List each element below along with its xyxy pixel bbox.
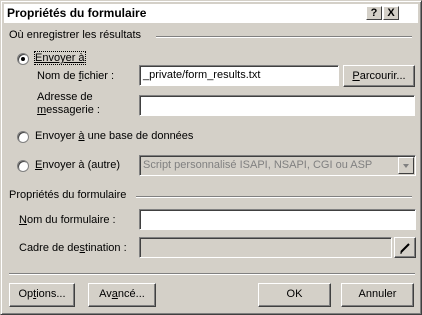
cancel-button[interactable]: Annuler [341,283,414,307]
edit-target-button[interactable] [394,237,416,258]
send-to-label: Envoyer à [34,51,86,65]
send-to-other-radio[interactable] [17,160,29,172]
footer-divider [9,273,415,275]
send-to-other-label: Envoyer à (autre) [35,159,120,171]
advanced-button[interactable]: Avancé... [88,283,156,307]
options-button[interactable]: Options... [9,283,75,307]
send-to-other-select[interactable]: Script personnalisé ISAPI, NSAPI, CGI ou… [139,155,416,176]
pencil-icon [400,243,410,254]
form-name-label: Nom du formulaire : [19,214,116,226]
ok-button[interactable]: OK [258,283,331,307]
file-name-input[interactable]: _private/form_results.txt [139,65,339,86]
send-to-other-select-value: Script personnalisé ISAPI, NSAPI, CGI ou… [143,159,373,171]
target-frame-input [139,237,392,258]
close-button[interactable]: X [383,6,399,20]
section-divider [136,196,412,198]
form-properties-heading: Propriétés du formulaire [9,189,127,201]
send-to-database-radio[interactable] [17,131,29,143]
file-name-label: Nom de fichier : [37,70,115,82]
email-label-line2: messagerie : [37,104,100,116]
chevron-down-icon[interactable] [398,157,414,174]
save-section-heading: Où enregistrer les résultats [9,29,142,41]
email-input[interactable] [139,95,415,116]
form-properties-dialog: Propriétés du formulaire ? X Où enregist… [0,0,422,315]
section-divider [156,36,412,38]
send-to-radio[interactable] [17,53,29,65]
email-label-line1: Adresse de [37,91,93,103]
target-frame-label: Cadre de destination : [19,242,127,254]
send-to-database-label: Envoyer à une base de données [35,130,194,142]
form-name-input[interactable] [139,209,416,230]
browse-button[interactable]: Parcourir... [343,65,415,87]
window-title: Propriétés du formulaire [7,6,147,20]
help-button[interactable]: ? [366,6,382,20]
title-bar: Propriétés du formulaire ? X [4,4,418,23]
